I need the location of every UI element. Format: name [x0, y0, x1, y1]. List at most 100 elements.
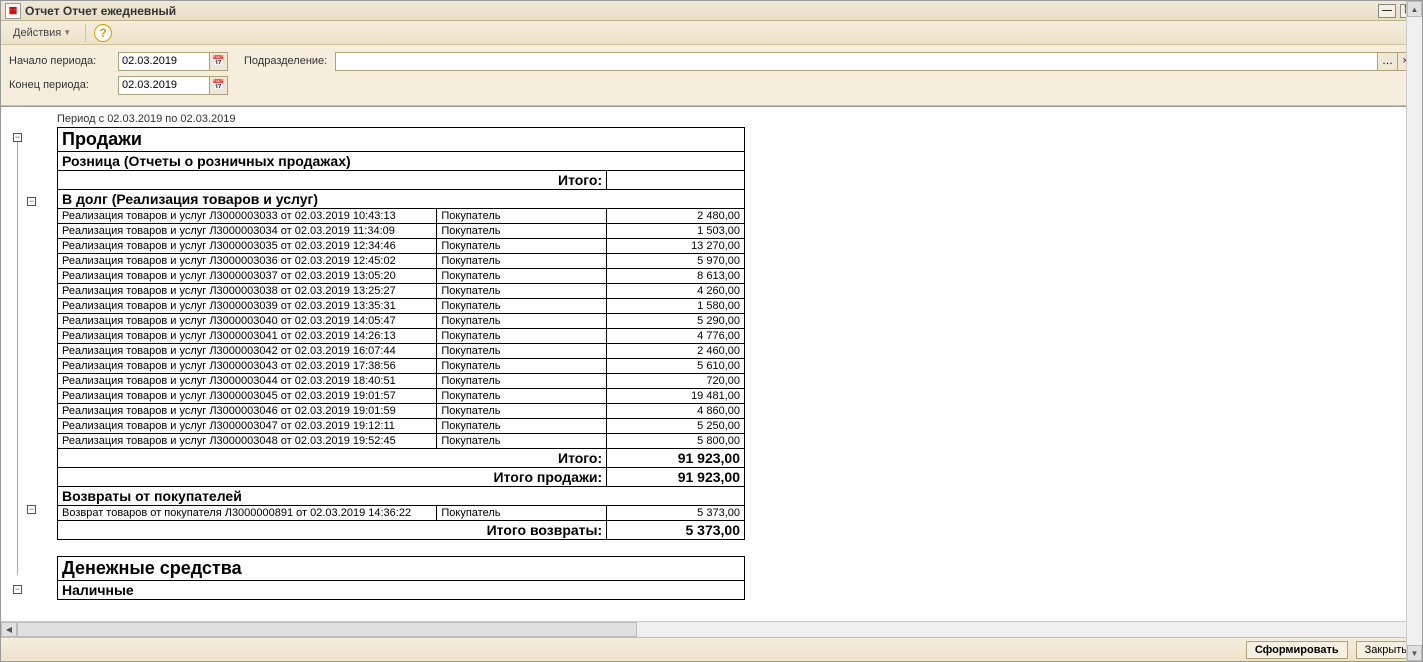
heading-sales: Продажи — [58, 128, 745, 152]
cell-buyer: Покупатель — [437, 239, 607, 254]
outline-gutter: − − − − — [1, 107, 29, 621]
outline-line — [17, 137, 18, 575]
cash-table: Денежные средства Наличные — [57, 556, 745, 600]
cell-buyer: Покупатель — [437, 404, 607, 419]
generate-button[interactable]: Сформировать — [1246, 641, 1348, 659]
heading-returns: Возвраты от покупателей — [58, 487, 745, 506]
help-button[interactable]: ? — [94, 24, 112, 42]
start-calendar-button[interactable]: 📅 — [210, 52, 228, 71]
cell-desc: Реализация товаров и услуг Л3000003045 о… — [58, 389, 437, 404]
table-row[interactable]: Реализация товаров и услуг Л3000003037 о… — [58, 269, 745, 284]
report-area: − − − − Период с 02.03.2019 по 02.03.201… — [1, 106, 1422, 621]
cell-buyer: Покупатель — [437, 506, 607, 521]
cell-desc: Возврат товаров от покупателя Л300000089… — [58, 506, 437, 521]
outline-collapse-cash[interactable]: − — [13, 585, 22, 594]
report-icon: ▦ — [5, 3, 21, 19]
cell-amount: 5 373,00 — [607, 506, 745, 521]
cell-desc: Реализация товаров и услуг Л3000003033 о… — [58, 209, 437, 224]
table-row[interactable]: Реализация товаров и услуг Л3000003034 о… — [58, 224, 745, 239]
heading-credit: В долг (Реализация товаров и услуг) — [58, 190, 745, 209]
actions-menu[interactable]: Действия ▼ — [7, 25, 77, 41]
start-period-input[interactable] — [118, 52, 210, 71]
table-row[interactable]: Реализация товаров и услуг Л3000003042 о… — [58, 344, 745, 359]
report-table: Продажи Розница (Отчеты о розничных прод… — [57, 127, 745, 540]
table-row[interactable]: Реализация товаров и услуг Л3000003038 о… — [58, 284, 745, 299]
cell-desc: Реализация товаров и услуг Л3000003042 о… — [58, 344, 437, 359]
heading-retail: Розница (Отчеты о розничных продажах) — [58, 152, 745, 171]
cell-amount: 5 290,00 — [607, 314, 745, 329]
table-row[interactable]: Реализация товаров и услуг Л3000003041 о… — [58, 329, 745, 344]
toolbar: Действия ▼ ? — [1, 21, 1422, 45]
window-title: Отчет Отчет ежедневный — [25, 4, 176, 18]
titlebar: ▦ Отчет Отчет ежедневный — ❐ — [1, 1, 1422, 21]
cell-desc: Реализация товаров и услуг Л3000003037 о… — [58, 269, 437, 284]
scroll-thumb[interactable] — [17, 622, 637, 637]
period-text: Период с 02.03.2019 по 02.03.2019 — [29, 111, 1422, 127]
heading-cash-sub: Наличные — [58, 581, 745, 600]
cell-amount: 5 250,00 — [607, 419, 745, 434]
cell-amount: 2 460,00 — [607, 344, 745, 359]
chevron-down-icon: ▼ — [63, 28, 71, 37]
cell-buyer: Покупатель — [437, 209, 607, 224]
cell-amount: 720,00 — [607, 374, 745, 389]
cell-desc: Реализация товаров и услуг Л3000003046 о… — [58, 404, 437, 419]
division-input[interactable] — [335, 52, 1378, 71]
table-row[interactable]: Возврат товаров от покупателя Л300000089… — [58, 506, 745, 521]
scroll-left-button[interactable]: ◀ — [1, 622, 17, 637]
heading-cash: Денежные средства — [58, 557, 745, 581]
cell-buyer: Покупатель — [437, 284, 607, 299]
division-label: Подразделение: — [244, 55, 327, 67]
cell-amount: 5 610,00 — [607, 359, 745, 374]
table-row[interactable]: Реализация товаров и услуг Л3000003046 о… — [58, 404, 745, 419]
table-row[interactable]: Реализация товаров и услуг Л3000003039 о… — [58, 299, 745, 314]
table-row[interactable]: Реализация товаров и услуг Л3000003045 о… — [58, 389, 745, 404]
cell-buyer: Покупатель — [437, 389, 607, 404]
cell-amount: 5 970,00 — [607, 254, 745, 269]
cell-desc: Реализация товаров и услуг Л3000003039 о… — [58, 299, 437, 314]
cell-buyer: Покупатель — [437, 344, 607, 359]
cell-desc: Реализация товаров и услуг Л3000003034 о… — [58, 224, 437, 239]
cell-desc: Реализация товаров и услуг Л3000003041 о… — [58, 329, 437, 344]
cell-desc: Реализация товаров и услуг Л3000003036 о… — [58, 254, 437, 269]
cell-amount: 5 800,00 — [607, 434, 745, 449]
table-row[interactable]: Реализация товаров и услуг Л3000003035 о… — [58, 239, 745, 254]
cell-desc: Реализация товаров и услуг Л3000003038 о… — [58, 284, 437, 299]
horizontal-scrollbar[interactable]: ◀ ▶ — [1, 621, 1422, 637]
cell-buyer: Покупатель — [437, 254, 607, 269]
report-content[interactable]: Период с 02.03.2019 по 02.03.2019 Продаж… — [29, 107, 1422, 621]
table-row[interactable]: Реализация товаров и услуг Л3000003040 о… — [58, 314, 745, 329]
cell-desc: Реализация товаров и услуг Л3000003048 о… — [58, 434, 437, 449]
cell-amount: 8 613,00 — [607, 269, 745, 284]
retail-total-value — [607, 171, 745, 190]
sales-total-label: Итого продажи: — [58, 468, 607, 487]
end-period-input[interactable] — [118, 76, 210, 95]
table-row[interactable]: Реализация товаров и услуг Л3000003048 о… — [58, 434, 745, 449]
minimize-button[interactable]: — — [1378, 4, 1396, 18]
report-window: ▦ Отчет Отчет ежедневный — ❐ Действия ▼ … — [0, 0, 1423, 662]
cell-buyer: Покупатель — [437, 224, 607, 239]
division-select-button[interactable]: … — [1378, 52, 1398, 71]
cell-amount: 1 580,00 — [607, 299, 745, 314]
outline-collapse-sales[interactable]: − — [13, 133, 22, 142]
retail-total-label: Итого: — [58, 171, 607, 190]
end-period-label: Конец периода: — [9, 79, 114, 91]
table-row[interactable]: Реализация товаров и услуг Л3000003047 о… — [58, 419, 745, 434]
end-calendar-button[interactable]: 📅 — [210, 76, 228, 95]
cell-buyer: Покупатель — [437, 314, 607, 329]
cell-amount: 4 860,00 — [607, 404, 745, 419]
cell-buyer: Покупатель — [437, 434, 607, 449]
returns-total-label: Итого возвраты: — [58, 521, 607, 540]
vertical-scrollbar[interactable]: ▲ ▼ — [1406, 106, 1422, 621]
cell-desc: Реализация товаров и услуг Л3000003047 о… — [58, 419, 437, 434]
table-row[interactable]: Реализация товаров и услуг Л3000003036 о… — [58, 254, 745, 269]
cell-amount: 2 480,00 — [607, 209, 745, 224]
table-row[interactable]: Реализация товаров и услуг Л3000003043 о… — [58, 359, 745, 374]
cell-amount: 19 481,00 — [607, 389, 745, 404]
cell-amount: 13 270,00 — [607, 239, 745, 254]
table-row[interactable]: Реализация товаров и услуг Л3000003033 о… — [58, 209, 745, 224]
cell-amount: 4 776,00 — [607, 329, 745, 344]
cell-buyer: Покупатель — [437, 374, 607, 389]
cell-buyer: Покупатель — [437, 359, 607, 374]
table-row[interactable]: Реализация товаров и услуг Л3000003044 о… — [58, 374, 745, 389]
credit-total-value: 91 923,00 — [607, 449, 745, 468]
